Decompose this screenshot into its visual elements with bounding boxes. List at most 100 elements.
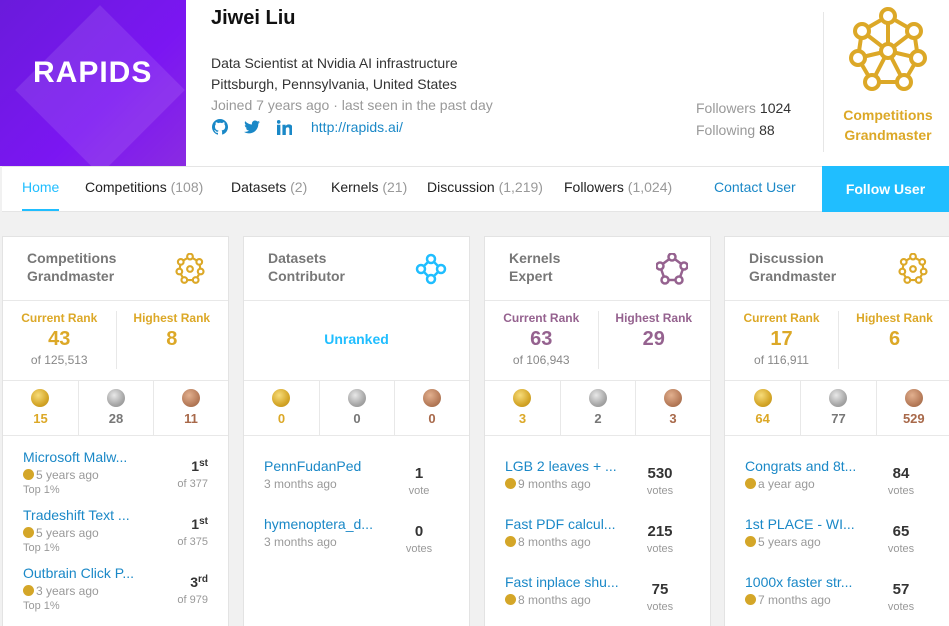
tab-datasets[interactable]: Datasets (2) xyxy=(231,167,307,211)
list-item[interactable]: Congrats and 8t... a year ago 84 votes xyxy=(725,455,949,513)
item-votes-label: votes xyxy=(887,485,915,497)
tab-kernels-label: Kernels xyxy=(331,179,379,195)
profile-name: Jiwei Liu xyxy=(211,7,296,29)
list-item[interactable]: Fast PDF calcul... 8 months ago 215 vote… xyxy=(485,513,710,571)
current-rank-of: of 106,943 xyxy=(512,353,570,367)
item-name-link[interactable]: Fast inplace shu... xyxy=(505,574,627,590)
bronze-medals: 529 xyxy=(875,381,949,435)
list-item[interactable]: hymenoptera_d... 3 months ago 0 votes xyxy=(244,513,469,571)
item-meta: 5 years ago xyxy=(23,468,99,482)
follow-stats: Followers 1024 Following 88 xyxy=(696,97,791,141)
divider xyxy=(244,435,469,436)
current-rank: Current Rank 63 of 106,943 xyxy=(485,301,598,367)
highest-rank-label: Highest Rank xyxy=(856,311,933,325)
discussion-card: Discussion Grandmaster Current Rank 17 of… xyxy=(724,236,949,626)
list-item[interactable]: Tradeshift Text ... 5 years ago Top 1% 1… xyxy=(3,504,228,562)
item-name-link[interactable]: PennFudanPed xyxy=(264,458,386,474)
highest-rank-value: 29 xyxy=(642,328,665,350)
contact-user-link[interactable]: Contact User xyxy=(714,167,796,207)
profile-location: Pittsburgh, Pennsylvania, United States xyxy=(211,76,457,92)
website-link[interactable]: http://rapids.ai/ xyxy=(311,119,403,135)
highest-rank-label: Highest Rank xyxy=(133,311,211,325)
linkedin-icon[interactable] xyxy=(275,118,293,136)
gold-medal-icon xyxy=(505,594,516,605)
profile-occupation: Data Scientist at Nvidia AI infrastructu… xyxy=(211,55,458,71)
item-votes-label: votes xyxy=(887,543,915,555)
item-votes: 0 xyxy=(414,523,424,540)
list-item[interactable]: Outbrain Click P... 3 years ago Top 1% 3… xyxy=(3,562,228,620)
list-item[interactable]: 1000x faster str... 7 months ago 57 vote… xyxy=(725,571,949,626)
tier-label-line1: Competitions xyxy=(843,107,933,123)
silver-count: 77 xyxy=(831,411,846,426)
tab-kernels[interactable]: Kernels (21) xyxy=(331,167,407,211)
header-divider xyxy=(823,12,824,152)
item-ago: 9 months ago xyxy=(518,477,591,491)
tab-followers[interactable]: Followers (1,024) xyxy=(564,167,672,211)
silver-count: 2 xyxy=(594,411,602,426)
discussion-list: Congrats and 8t... a year ago 84 votes 1… xyxy=(725,455,949,626)
gold-medal-icon xyxy=(31,389,50,407)
item-place-number: 1 xyxy=(191,458,200,474)
card-title-line2: Expert xyxy=(509,268,553,284)
item-ago: 3 years ago xyxy=(36,584,99,598)
card-title-line1: Datasets xyxy=(268,250,327,266)
tab-competitions[interactable]: Competitions (108) xyxy=(85,167,203,211)
tab-home[interactable]: Home xyxy=(22,167,60,211)
list-item[interactable]: PennFudanPed 3 months ago 1 vote xyxy=(244,455,469,513)
item-place: 1st xyxy=(148,516,208,532)
gold-medal-icon xyxy=(23,585,34,596)
item-meta: 5 years ago xyxy=(23,526,99,540)
divider xyxy=(485,435,710,436)
item-ago: 3 months ago xyxy=(264,477,337,491)
current-rank: Current Rank 17 of 116,911 xyxy=(725,301,838,367)
item-name-link[interactable]: Microsoft Malw... xyxy=(23,449,145,465)
expert-icon xyxy=(656,253,688,285)
following-stat[interactable]: Following 88 xyxy=(696,119,791,141)
list-item[interactable]: LGB 2 leaves + ... 9 months ago 530 vote… xyxy=(485,455,710,513)
item-name-link[interactable]: Tradeshift Text ... xyxy=(23,507,145,523)
card-title-line1: Discussion xyxy=(749,250,824,266)
bronze-count: 11 xyxy=(184,411,198,426)
tier-label-line2: Grandmaster xyxy=(844,127,932,143)
item-name-link[interactable]: Fast PDF calcul... xyxy=(505,516,627,532)
item-name-link[interactable]: Outbrain Click P... xyxy=(23,565,145,581)
twitter-icon[interactable] xyxy=(243,118,261,136)
medal-counts: 15 28 11 xyxy=(3,381,228,435)
tab-discussion[interactable]: Discussion (1,219) xyxy=(427,167,543,211)
kernels-card: Kernels Expert Current Rank 63 of 106,943… xyxy=(484,236,711,626)
item-votes-label: votes xyxy=(646,543,674,555)
current-rank-of: of 116,911 xyxy=(754,353,809,367)
bronze-count: 0 xyxy=(428,411,436,426)
item-name-link[interactable]: Congrats and 8t... xyxy=(745,458,867,474)
medal-counts: 3 2 3 xyxy=(485,381,710,435)
datasets-card: Datasets Contributor Unranked 0 0 0 PennF… xyxy=(243,236,470,626)
tab-competitions-count: (108) xyxy=(170,179,204,195)
item-name-link[interactable]: 1st PLACE - WI... xyxy=(745,516,867,532)
gold-medal-icon xyxy=(23,527,34,538)
current-rank: Current Rank 43 of 125,513 xyxy=(3,301,116,367)
item-name-link[interactable]: 1000x faster str... xyxy=(745,574,867,590)
item-ago: 5 years ago xyxy=(36,526,99,540)
followers-stat[interactable]: Followers 1024 xyxy=(696,97,791,119)
item-meta: 7 months ago xyxy=(745,593,831,607)
item-votes: 75 xyxy=(651,581,669,598)
social-links: http://rapids.ai/ xyxy=(211,118,403,136)
follow-user-button[interactable]: Follow User xyxy=(822,166,949,212)
item-name-link[interactable]: LGB 2 leaves + ... xyxy=(505,458,627,474)
competitions-card: Competitions Grandmaster Current Rank 43 … xyxy=(2,236,229,626)
github-icon[interactable] xyxy=(211,118,229,136)
highest-rank-value: 6 xyxy=(888,328,901,350)
list-item[interactable]: Microsoft Malw... 5 years ago Top 1% 1st… xyxy=(3,446,228,504)
item-place-suffix: st xyxy=(199,458,208,469)
current-rank-value: 63 xyxy=(530,328,553,350)
list-item[interactable]: 1st PLACE - WI... 5 years ago 65 votes xyxy=(725,513,949,571)
bronze-medals: 0 xyxy=(393,381,469,435)
item-top-percent: Top 1% xyxy=(23,542,60,554)
item-votes-label: votes xyxy=(646,601,674,613)
item-name-link[interactable]: hymenoptera_d... xyxy=(264,516,386,532)
gold-medals: 3 xyxy=(485,381,560,435)
gold-medal-icon xyxy=(505,536,516,547)
item-votes-label: votes xyxy=(405,543,433,555)
item-votes: 65 xyxy=(892,523,910,540)
list-item[interactable]: Fast inplace shu... 8 months ago 75 vote… xyxy=(485,571,710,626)
